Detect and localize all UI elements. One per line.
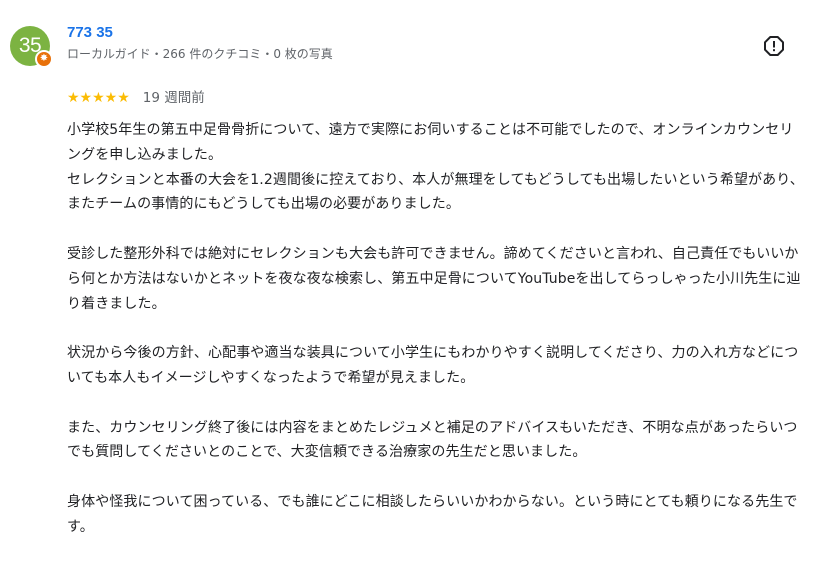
author-meta: ローカルガイド・266 件のクチコミ・0 枚の写真 <box>67 47 333 61</box>
report-button[interactable] <box>762 34 786 58</box>
review-paragraph: また、カウンセリング終了後には内容をまとめたレジュメと補足のアドバイスもいただき… <box>67 419 798 461</box>
rating-row: ★★★★★ 19 週間前 <box>67 88 205 108</box>
review-paragraph: 状況から今後の方針、心配事や適当な装具について小学生にもわかりやすく説明してくだ… <box>67 345 799 386</box>
review-paragraph: 身体や怪我について困っている、でも誰にどこに相談したらいいかわからない。という時… <box>67 493 798 535</box>
review-time: 19 週間前 <box>142 90 205 106</box>
report-flag-icon <box>764 36 784 56</box>
review-paragraph: 小学校5年生の第五中足骨骨折について、遠方で実際にお伺いすることは不可能でしたの… <box>67 122 804 213</box>
star-rating: ★★★★★ <box>67 90 130 106</box>
review-paragraph: 受診した整形外科では絶対にセレクションも大会も許可できません。諦めてくださいと言… <box>67 245 801 312</box>
review-card: 35 ✸ 773 35 ローカルガイド・266 件のクチコミ・0 枚の写真 ★★… <box>0 0 813 572</box>
local-guide-star-icon: ✸ <box>35 50 53 68</box>
author-name-link[interactable]: 773 35 <box>67 24 113 42</box>
review-text: 小学校5年生の第五中足骨骨折について、遠方で実際にお伺いすることは不可能でしたの… <box>67 118 807 540</box>
